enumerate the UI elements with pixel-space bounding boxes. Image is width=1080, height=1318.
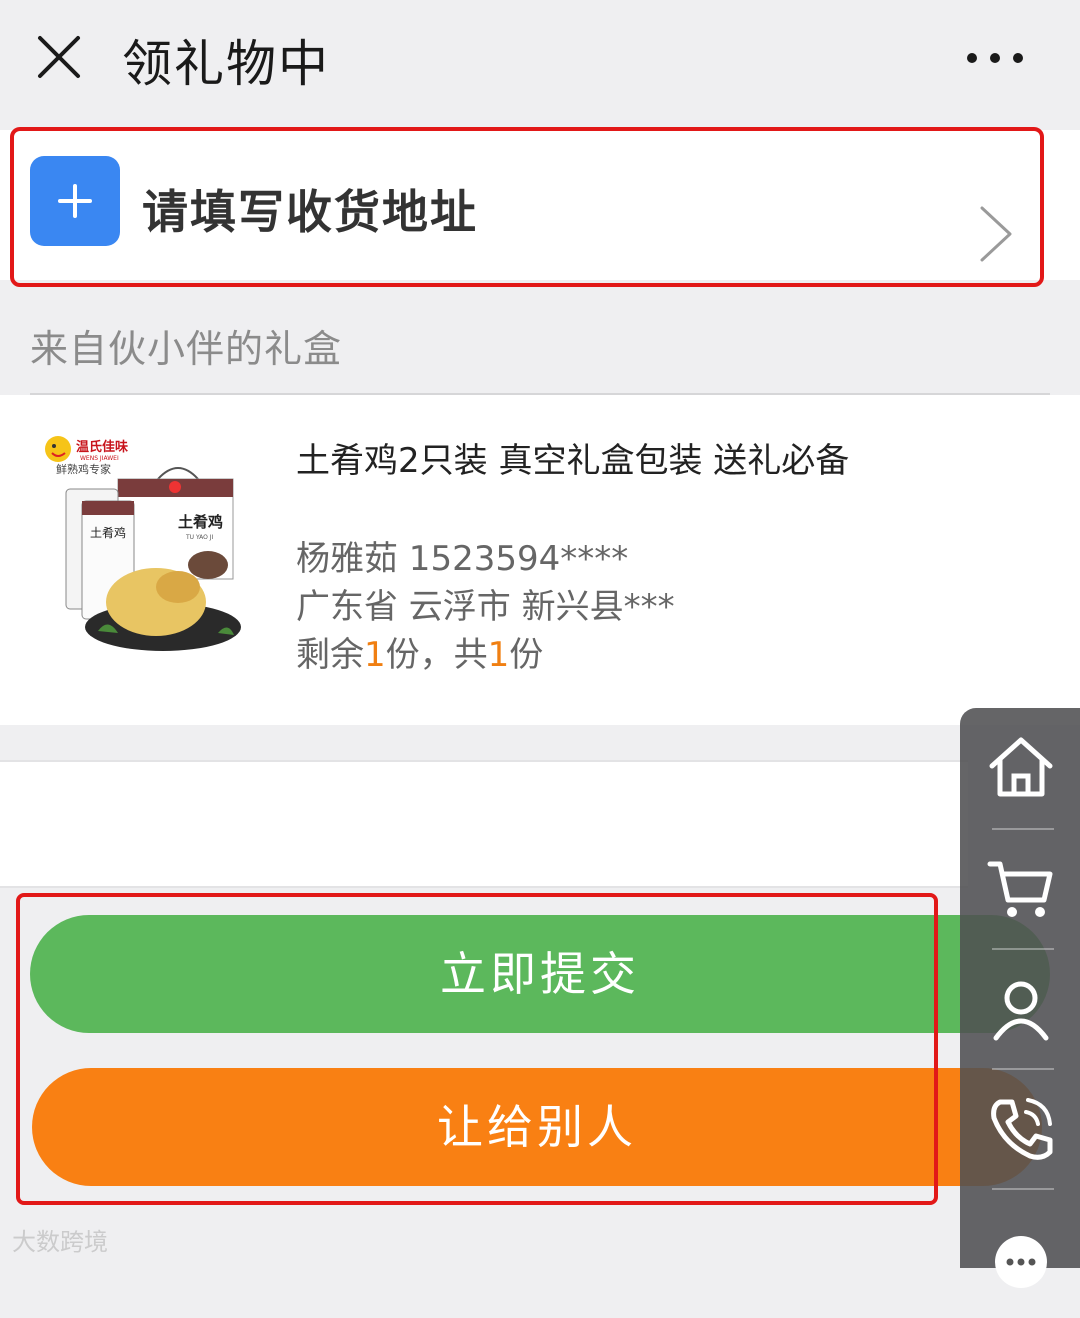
quantity-prefix: 剩余 (296, 635, 364, 675)
side-cart-button[interactable] (960, 830, 1080, 950)
recipient-address: 广东省 云浮市 新兴县*** (296, 587, 675, 627)
page-title: 领礼物中 (122, 35, 330, 93)
gift-box-label: 来自伙小伴的礼盒 (30, 327, 343, 371)
more-button[interactable] (960, 36, 1030, 80)
side-toolbar (960, 708, 1080, 1288)
user-icon (993, 981, 1049, 1041)
total-count: 1 (487, 635, 510, 675)
watermark: 大数跨境 (12, 1228, 108, 1256)
add-address-row[interactable]: 请填写收货地址 (0, 130, 1080, 280)
close-icon (38, 36, 80, 78)
more-dots-icon (967, 53, 1023, 63)
phone-icon (991, 1098, 1053, 1160)
close-button[interactable] (30, 26, 90, 86)
submit-button[interactable]: 立即提交 (30, 915, 1050, 1033)
bag-title: 土肴鸡 (90, 525, 126, 540)
give-to-others-button[interactable]: 让给别人 (32, 1068, 1042, 1186)
chat-icon (995, 1236, 1047, 1288)
brand-name: 温氏佳味 (76, 439, 128, 455)
address-prompt: 请填写收货地址 (142, 185, 478, 239)
brand-slogan: 鲜熟鸡专家 (56, 462, 111, 476)
side-phone-button[interactable] (960, 1070, 1080, 1190)
product-image: 温氏佳味 WENS JIAWEI 鲜熟鸡专家 土肴鸡 TU YAO JI 土肴鸡 (45, 436, 241, 651)
side-user-button[interactable] (960, 950, 1080, 1070)
recipient-info: 杨雅茹 1523594**** (296, 539, 629, 579)
side-home-button[interactable] (960, 708, 1080, 828)
chevron-right-icon (980, 206, 1012, 262)
brand-name-en: WENS JIAWEI (80, 455, 119, 462)
side-chat-button[interactable] (960, 1198, 1080, 1318)
remaining-count: 1 (364, 635, 386, 675)
plus-icon (58, 184, 92, 218)
product-name: 土肴鸡2只装 真空礼盒包装 送礼必备 (296, 441, 850, 481)
quantity-mid: 份，共 (385, 635, 488, 675)
quantity-info: 剩余1份，共1份 (296, 627, 543, 676)
package-title-en: TU YAO JI (185, 534, 214, 541)
home-icon (989, 737, 1053, 797)
cart-icon (987, 861, 1053, 917)
side-separator (992, 1188, 1054, 1190)
header-bar: 领礼物中 (0, 0, 1080, 118)
package-title: 土肴鸡 (178, 513, 223, 531)
add-address-button[interactable] (30, 156, 120, 246)
product-card: 温氏佳味 WENS JIAWEI 鲜熟鸡专家 土肴鸡 TU YAO JI 土肴鸡… (0, 395, 1080, 725)
quantity-suffix: 份 (509, 635, 544, 675)
message-area[interactable] (0, 760, 968, 888)
